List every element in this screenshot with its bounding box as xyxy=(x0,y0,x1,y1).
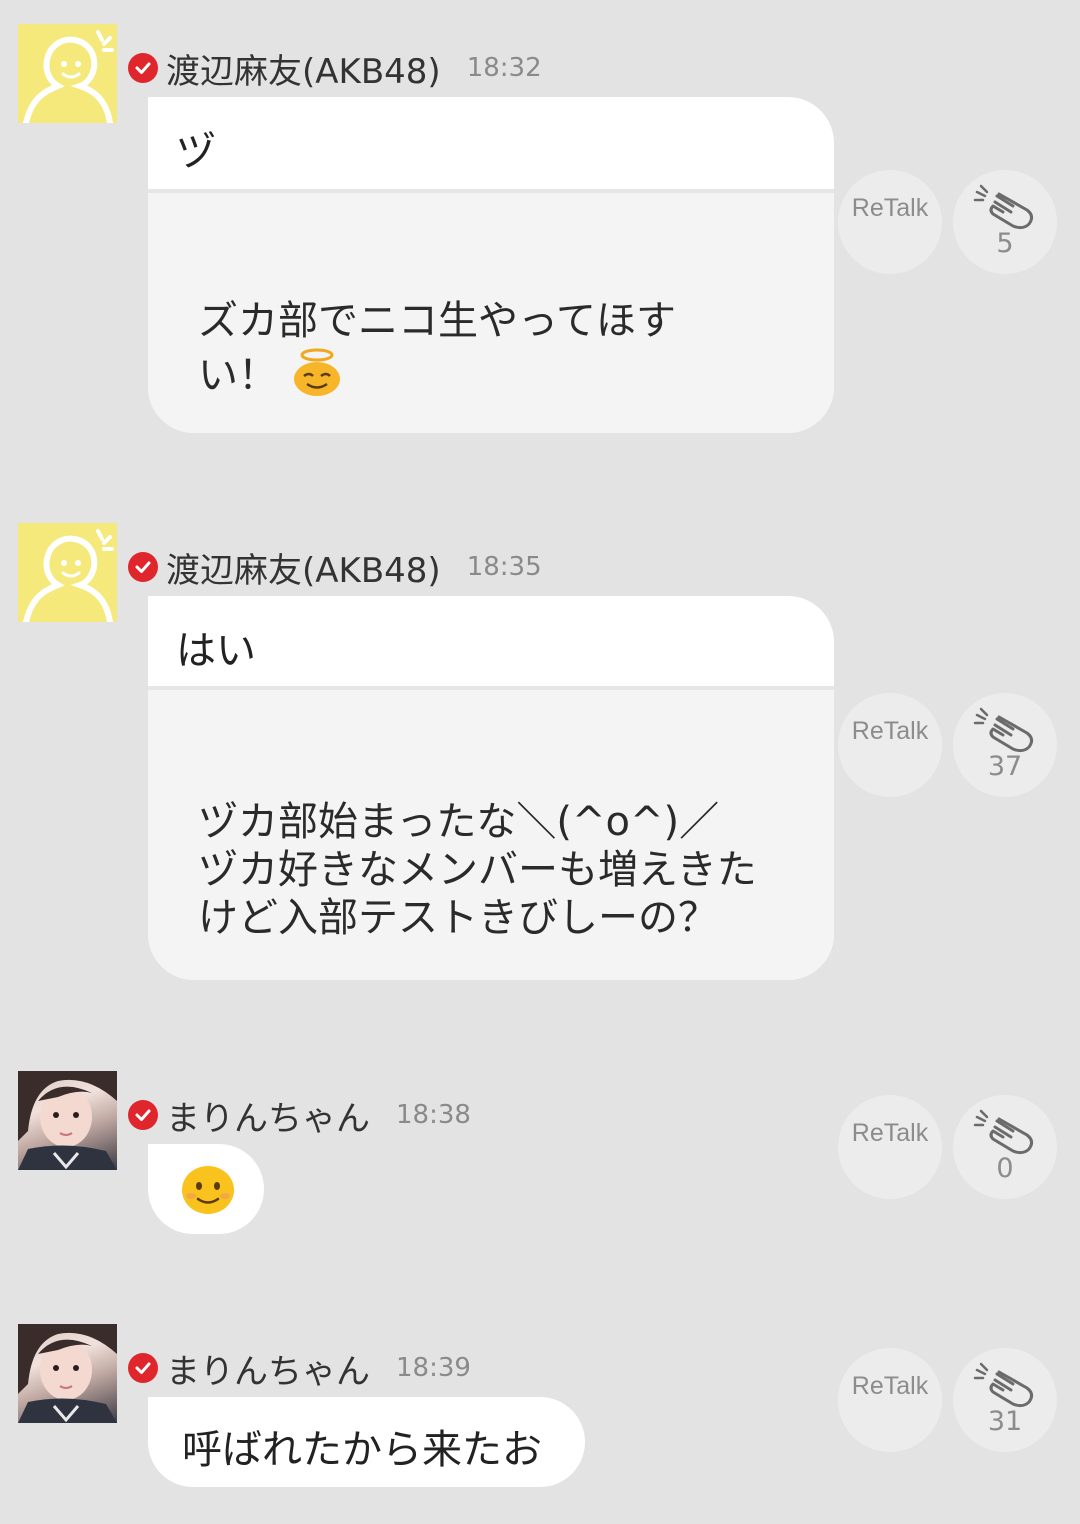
verified-check-icon xyxy=(128,552,158,582)
clap-icon xyxy=(973,707,1034,753)
quote-line: ズカ部でニコ生やってほす xyxy=(198,298,676,344)
clap-button[interactable]: 5 xyxy=(953,170,1057,274)
retalk-button[interactable]: ReTalk xyxy=(838,1095,942,1199)
message-text: 呼ばれたから来たお xyxy=(182,1427,542,1473)
clap-count: 5 xyxy=(996,228,1014,259)
clap-button[interactable]: 37 xyxy=(953,693,1057,797)
retalk-label: ReTalk xyxy=(851,1119,929,1147)
avatar-icon[interactable] xyxy=(18,523,117,622)
quote-line: けど入部テストきびしーの？ xyxy=(198,895,718,941)
clap-icon xyxy=(973,1362,1034,1408)
message-bubble[interactable]: 呼ばれたから来たお xyxy=(148,1397,585,1487)
clap-icon xyxy=(973,1109,1034,1155)
quote-line: ヅカ好きなメンバーも増えきた xyxy=(198,847,757,893)
clap-button[interactable]: 31 xyxy=(953,1348,1057,1452)
retalk-label: ReTalk xyxy=(851,1372,929,1400)
retalk-button[interactable]: ReTalk xyxy=(838,693,942,797)
verified-check-icon xyxy=(128,53,158,83)
halo-smile-emoji-icon xyxy=(291,347,343,408)
author-name[interactable]: 渡辺麻友(AKB48) xyxy=(166,44,441,93)
clap-icon xyxy=(973,184,1034,230)
clap-count: 37 xyxy=(987,751,1023,782)
smiling-face-emoji-icon xyxy=(182,1166,234,1214)
author-name[interactable]: まりんちゃん xyxy=(166,1344,370,1393)
avatar-photo[interactable] xyxy=(18,1324,117,1423)
message-header: まりんちゃん 18:38 xyxy=(128,1091,471,1140)
message-bubble[interactable]: はい ヅカ部始まったな＼(^o^)／ ヅカ好きなメンバーも増えきた けど入部テス… xyxy=(148,596,834,980)
verified-check-icon xyxy=(128,1100,158,1130)
clap-count: 0 xyxy=(996,1153,1014,1184)
quote-line: い！ xyxy=(198,352,278,399)
clap-button[interactable]: 0 xyxy=(953,1095,1057,1199)
timestamp: 18:32 xyxy=(466,53,542,83)
quoted-message: ヅカ部始まったな＼(^o^)／ ヅカ好きなメンバーも増えきた けど入部テストきび… xyxy=(148,686,834,980)
clap-count: 31 xyxy=(987,1406,1023,1437)
message-title: ヅ xyxy=(176,129,216,175)
message-header: 渡辺麻友(AKB48) 18:32 xyxy=(128,44,542,93)
retalk-button[interactable]: ReTalk xyxy=(838,1348,942,1452)
timestamp: 18:38 xyxy=(396,1100,471,1130)
retalk-label: ReTalk xyxy=(851,194,929,222)
message-bubble[interactable]: ヅ ズカ部でニコ生やってほす い！ xyxy=(148,97,834,433)
message-bubble[interactable] xyxy=(148,1144,264,1234)
avatar-icon[interactable] xyxy=(18,24,117,123)
quoted-message: ズカ部でニコ生やってほす い！ xyxy=(148,189,834,433)
message-title: はい xyxy=(176,628,256,674)
timestamp: 18:35 xyxy=(466,552,542,582)
message-header: まりんちゃん 18:39 xyxy=(128,1344,471,1393)
verified-check-icon xyxy=(128,1353,158,1383)
retalk-button[interactable]: ReTalk xyxy=(838,170,942,274)
author-name[interactable]: 渡辺麻友(AKB48) xyxy=(166,543,441,592)
author-name[interactable]: まりんちゃん xyxy=(166,1091,370,1140)
avatar-photo[interactable] xyxy=(18,1071,117,1170)
message-header: 渡辺麻友(AKB48) 18:35 xyxy=(128,543,542,592)
timestamp: 18:39 xyxy=(396,1353,471,1383)
retalk-label: ReTalk xyxy=(851,717,929,745)
quote-line: ヅカ部始まったな＼(^o^)／ xyxy=(198,799,720,845)
